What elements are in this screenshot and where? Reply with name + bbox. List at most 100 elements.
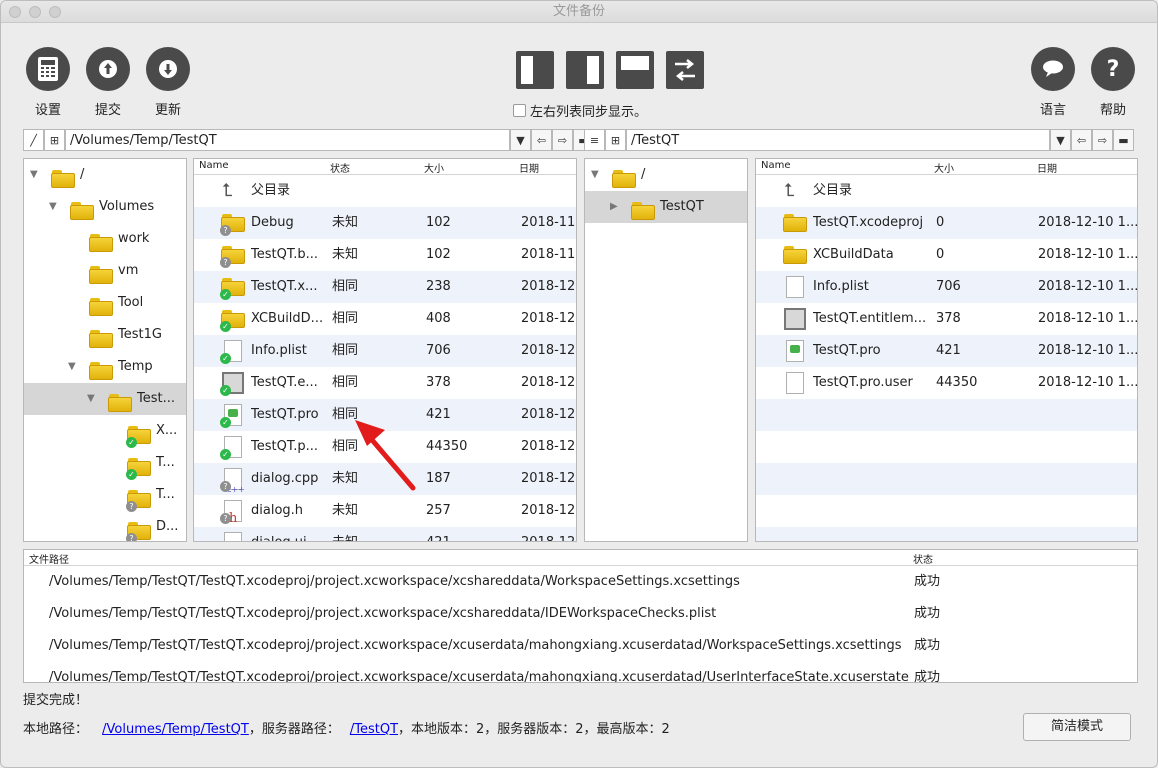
- folder-icon: ✓: [126, 453, 152, 481]
- local-path-input[interactable]: /Volumes/Temp/TestQT: [65, 129, 510, 151]
- col-size[interactable]: 大小: [424, 160, 444, 175]
- sync-checkbox-box[interactable]: [513, 104, 526, 117]
- col-date[interactable]: 日期: [519, 160, 539, 175]
- swap-layout-button[interactable]: [666, 51, 704, 89]
- file-row[interactable]: ?dialog.ui未知4212018-12-: [194, 527, 576, 541]
- tree-node[interactable]: Tool: [24, 287, 186, 319]
- layout-left-button[interactable]: [516, 51, 554, 89]
- tree-node[interactable]: ✓ T...: [24, 447, 186, 481]
- col-name[interactable]: Name: [199, 160, 229, 171]
- tree-node-label: T...: [156, 487, 175, 502]
- col-size[interactable]: 大小: [934, 160, 954, 175]
- expand-arrow-icon[interactable]: ▼: [591, 169, 599, 180]
- expand-arrow-icon[interactable]: ▼: [49, 201, 57, 212]
- folder-icon: ?: [126, 485, 152, 513]
- parent-dir-row[interactable]: ⮤ 父目录: [756, 175, 1137, 207]
- tree-node[interactable]: ? D...: [24, 511, 186, 541]
- server-tree-panel[interactable]: ▼ / ▶ TestQT: [584, 158, 748, 542]
- local-forward-icon[interactable]: ⇨: [552, 129, 573, 151]
- file-row[interactable]: ✓ Info.plist 相同 706 2018-12-: [194, 335, 576, 367]
- layout-bottom-button[interactable]: [616, 51, 654, 89]
- local-path-dropdown-icon[interactable]: ▼: [510, 129, 531, 151]
- server-file-list[interactable]: Name 大小 日期 ⮤ 父目录 TestQT.xcodeproj 0 2018-12-…: [755, 158, 1138, 542]
- server-back-icon[interactable]: ⇦: [1071, 129, 1092, 151]
- log-table[interactable]: 文件路径 状态 /Volumes/Temp/TestQT/TestQT.xcod…: [23, 549, 1138, 683]
- submit-button[interactable]: [86, 47, 130, 91]
- minimize-window-button[interactable]: [29, 6, 41, 18]
- server-tree-icon[interactable]: ⊞: [605, 129, 626, 151]
- file-row[interactable]: TestQT.entitlem... 378 2018-12-10 1...: [756, 303, 1137, 335]
- expand-arrow-icon[interactable]: ▶: [610, 201, 618, 212]
- server-path-link[interactable]: /TestQT: [350, 722, 398, 737]
- log-row[interactable]: /Volumes/Temp/TestQT/TestQT.xcodeproj/pr…: [24, 598, 1137, 630]
- file-row[interactable]: ✓ TestQT.x... 相同 238 2018-12-: [194, 271, 576, 303]
- path-info: 本地路径： /Volumes/Temp/TestQT，服务器路径： /TestQT…: [23, 718, 670, 737]
- file-row[interactable]: ? Debug 未知 102 2018-11-: [194, 207, 576, 239]
- col-log-status[interactable]: 状态: [913, 551, 933, 566]
- update-button[interactable]: [146, 47, 190, 91]
- server-forward-icon[interactable]: ⇨: [1092, 129, 1113, 151]
- list-icon[interactable]: ≡: [584, 129, 605, 151]
- col-date[interactable]: 日期: [1037, 160, 1057, 175]
- col-status[interactable]: 状态: [330, 160, 350, 175]
- unknown-badge-icon: ?: [220, 257, 231, 268]
- file-row[interactable]: TestQT.xcodeproj 0 2018-12-10 1...: [756, 207, 1137, 239]
- file-size: 706: [936, 279, 961, 294]
- col-path[interactable]: 文件路径: [29, 551, 69, 566]
- file-size: 378: [426, 375, 451, 390]
- zoom-window-button[interactable]: [49, 6, 61, 18]
- file-row[interactable]: ✓ TestQT.e... 相同 378 2018-12-: [194, 367, 576, 399]
- check-badge-icon: ✓: [220, 321, 231, 332]
- close-window-button[interactable]: [9, 6, 21, 18]
- tree-node[interactable]: ▼ /: [585, 159, 747, 191]
- tree-node[interactable]: ✓ X...: [24, 415, 186, 449]
- parent-dir-row[interactable]: ⮤ 父目录: [194, 175, 576, 207]
- expand-arrow-icon[interactable]: ▼: [30, 169, 38, 180]
- local-path-link[interactable]: /Volumes/Temp/TestQT: [102, 722, 249, 737]
- tree-node-label: X...: [156, 423, 178, 438]
- log-row[interactable]: /Volumes/Temp/TestQT/TestQT.xcodeproj/pr…: [24, 662, 1137, 682]
- file-row[interactable]: ? TestQT.b... 未知 102 2018-11-: [194, 239, 576, 271]
- tree-node[interactable]: ▼ Volumes: [24, 191, 186, 223]
- file-size: 102: [426, 215, 451, 230]
- tree-node[interactable]: ▼ /: [24, 159, 186, 191]
- folder-icon: ✓: [126, 421, 152, 449]
- file-row[interactable]: TestQT.pro.user 44350 2018-12-10 1...: [756, 367, 1137, 399]
- server-folder-icon[interactable]: ▬: [1113, 129, 1134, 151]
- tree-node[interactable]: ▶ TestQT: [585, 191, 747, 223]
- local-back-icon[interactable]: ⇦: [531, 129, 552, 151]
- empty-row: [756, 399, 1137, 431]
- file-row[interactable]: h? dialog.h 未知 257 2018-12-: [194, 495, 576, 527]
- tree-node[interactable]: Test1G: [24, 319, 186, 351]
- folder-icon: [631, 202, 655, 220]
- local-tree-panel[interactable]: ▼ / ▼ Volumes work vm Tool Test1G ▼ Temp ▼ Test... ✓…: [23, 158, 187, 542]
- file-row[interactable]: TestQT.pro 421 2018-12-10 1...: [756, 335, 1137, 367]
- tree-icon[interactable]: ⊞: [44, 129, 65, 151]
- compact-mode-button[interactable]: 简洁模式: [1023, 713, 1131, 741]
- tree-node[interactable]: ▼ Test...: [24, 383, 186, 415]
- tree-node[interactable]: work: [24, 223, 186, 255]
- expand-arrow-icon[interactable]: ▼: [87, 393, 95, 404]
- log-row[interactable]: /Volumes/Temp/TestQT/TestQT.xcodeproj/pr…: [24, 630, 1137, 662]
- tree-node[interactable]: ▼ Temp: [24, 351, 186, 383]
- tree-node[interactable]: ? T...: [24, 479, 186, 513]
- file-row[interactable]: XCBuildData 0 2018-12-10 1...: [756, 239, 1137, 271]
- arrow-down-icon: [159, 60, 177, 78]
- server-path-input[interactable]: /TestQT: [626, 129, 1050, 151]
- tree-node-label: /: [80, 167, 85, 182]
- file-row[interactable]: ✓ XCBuildD... 相同 408 2018-12-: [194, 303, 576, 335]
- help-button[interactable]: ?: [1091, 47, 1135, 91]
- log-row[interactable]: /Volumes/Temp/TestQT/TestQT.xcodeproj/pr…: [24, 566, 1137, 598]
- settings-button[interactable]: [26, 47, 70, 91]
- expand-arrow-icon[interactable]: ▼: [68, 361, 76, 372]
- language-button[interactable]: [1031, 47, 1075, 91]
- folder-icon: [88, 357, 114, 385]
- file-name: dialog.h: [251, 503, 304, 518]
- col-name[interactable]: Name: [761, 160, 791, 171]
- file-row[interactable]: Info.plist 706 2018-12-10 1...: [756, 271, 1137, 303]
- tree-node[interactable]: vm: [24, 255, 186, 287]
- server-path-dropdown-icon[interactable]: ▼: [1050, 129, 1071, 151]
- layout-right-button[interactable]: [566, 51, 604, 89]
- sync-checkbox[interactable]: 左右列表同步显示。: [513, 101, 647, 120]
- root-slash-icon[interactable]: ╱: [23, 129, 44, 151]
